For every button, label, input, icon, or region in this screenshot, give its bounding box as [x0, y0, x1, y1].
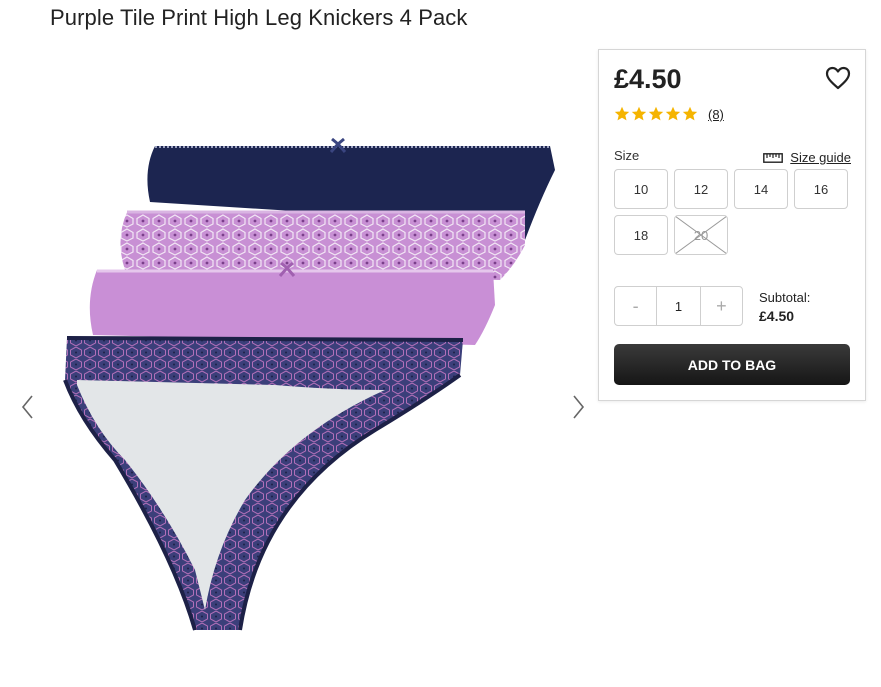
- star-icon: [631, 106, 647, 121]
- size-option-label: 14: [753, 181, 769, 197]
- quantity-stepper: - 1 +: [614, 286, 743, 326]
- size-option-label: 18: [633, 227, 649, 243]
- quantity-input[interactable]: 1: [656, 287, 701, 325]
- size-option-label: 12: [693, 181, 709, 197]
- heart-icon: [825, 66, 851, 90]
- size-option-14[interactable]: 14: [734, 169, 788, 209]
- size-option-label: 20: [693, 227, 709, 243]
- size-option-18[interactable]: 18: [614, 215, 668, 255]
- product-image: [55, 130, 570, 645]
- size-guide-link[interactable]: Size guide: [763, 150, 851, 165]
- rating-stars: [614, 106, 698, 122]
- size-label: Size: [614, 148, 640, 163]
- quantity-increment-button[interactable]: +: [701, 287, 742, 325]
- next-image-button[interactable]: [568, 393, 588, 421]
- chevron-left-icon: [21, 395, 33, 419]
- size-option-10[interactable]: 10: [614, 169, 668, 209]
- size-option-20-unavailable[interactable]: 20: [674, 215, 728, 255]
- knickers-illustration: [63, 137, 555, 631]
- chevron-right-icon: [573, 395, 585, 419]
- previous-image-button[interactable]: [18, 393, 38, 421]
- size-option-12[interactable]: 12: [674, 169, 728, 209]
- review-count-link[interactable]: (8): [708, 107, 724, 122]
- quantity-decrement-button[interactable]: -: [615, 287, 656, 325]
- star-icon: [614, 106, 630, 121]
- purchase-panel: £4.50 (8) Size Size guide 10 12 14 16 18…: [598, 49, 866, 401]
- size-option-label: 10: [633, 181, 649, 197]
- size-option-label: 16: [813, 181, 829, 197]
- wishlist-button[interactable]: [825, 66, 851, 90]
- ruler-icon: [763, 152, 784, 163]
- product-title: Purple Tile Print High Leg Knickers 4 Pa…: [50, 5, 468, 30]
- star-icon: [682, 106, 698, 121]
- size-guide-label: Size guide: [790, 150, 851, 165]
- price: £4.50: [614, 64, 682, 94]
- star-icon: [648, 106, 664, 121]
- add-to-bag-button[interactable]: ADD TO BAG: [614, 344, 850, 385]
- star-icon: [665, 106, 681, 121]
- subtotal-value: £4.50: [759, 308, 795, 324]
- size-option-16[interactable]: 16: [794, 169, 848, 209]
- subtotal-label: Subtotal:: [759, 290, 811, 305]
